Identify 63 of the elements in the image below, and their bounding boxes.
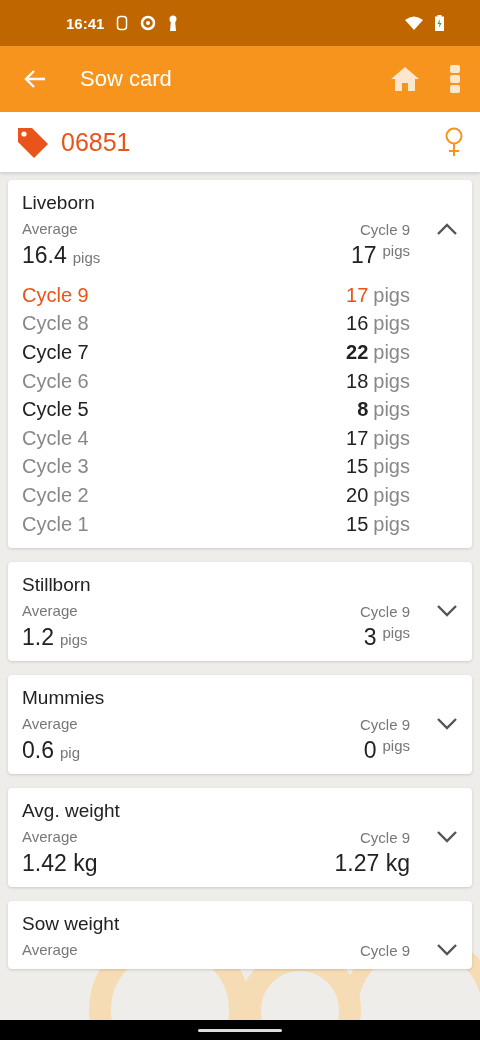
cycle-value: 1.27 kg bbox=[334, 850, 410, 878]
chevron-down-icon[interactable] bbox=[436, 717, 458, 732]
cycle-name: Cycle 6 bbox=[22, 369, 90, 393]
tag-icon bbox=[16, 126, 49, 158]
chevron-down-icon[interactable] bbox=[436, 830, 458, 845]
cycle-name: Cycle 3 bbox=[22, 455, 90, 479]
average-label: Average bbox=[22, 941, 78, 959]
sim-icon bbox=[116, 15, 129, 31]
card-title: Liveborn bbox=[22, 192, 96, 214]
cycle-count: 15 pigs bbox=[346, 512, 410, 536]
chevron-down-icon[interactable] bbox=[436, 604, 458, 619]
unit-label: pigs bbox=[72, 249, 101, 266]
home-handle[interactable] bbox=[198, 1028, 282, 1032]
cycle-name: Cycle 9 bbox=[22, 283, 90, 307]
status-time: 16:41 bbox=[66, 14, 105, 32]
cycle-value: 3 bbox=[363, 624, 377, 652]
chevron-down-icon[interactable] bbox=[436, 943, 458, 958]
screen-title: Sow card bbox=[80, 66, 173, 92]
cycle-label: Cycle 9 bbox=[359, 602, 410, 620]
cycle-name: Cycle 2 bbox=[22, 483, 90, 507]
cycle-count: 16 pigs bbox=[346, 312, 410, 336]
unit-label: pigs bbox=[382, 624, 410, 644]
cycle-count: 17 pigs bbox=[346, 283, 410, 307]
cycle-name: Cycle 8 bbox=[22, 312, 90, 336]
cycle-label: Cycle 9 bbox=[359, 715, 410, 733]
card-title: Sow weight bbox=[22, 913, 121, 936]
battery-icon bbox=[435, 15, 444, 31]
unit-label: pig bbox=[60, 744, 80, 762]
chevron-up-icon[interactable] bbox=[436, 222, 458, 236]
cycle-label: Cycle 9 bbox=[359, 220, 410, 238]
female-icon bbox=[444, 127, 464, 157]
average-value: 1.2 bbox=[22, 624, 54, 651]
average-label: Average bbox=[22, 602, 78, 620]
cycle-name: Cycle 4 bbox=[22, 426, 90, 450]
cycle-count: 15 pigs bbox=[346, 455, 410, 479]
cycle-count: 20 pigs bbox=[346, 483, 410, 507]
cycle-name: Cycle 1 bbox=[22, 512, 90, 536]
cycle-name: Cycle 5 bbox=[22, 398, 90, 422]
cycle-count: 18 pigs bbox=[346, 369, 410, 393]
average-value: 16.4 bbox=[22, 242, 67, 268]
card-title: Mummies bbox=[22, 687, 106, 710]
wifi-icon bbox=[405, 16, 423, 30]
cycle-value: 0 bbox=[363, 737, 377, 765]
cycle-name: Cycle 7 bbox=[22, 341, 90, 364]
average-label: Average bbox=[22, 828, 78, 846]
unit-label: pigs bbox=[60, 631, 88, 649]
card-title: Avg. weight bbox=[22, 800, 121, 823]
cycle-value: 17 bbox=[350, 242, 377, 269]
sync-icon bbox=[140, 15, 157, 31]
average-label: Average bbox=[22, 220, 78, 237]
unit-label: pigs bbox=[382, 242, 410, 261]
average-value: 1.42 kg bbox=[22, 850, 98, 877]
keyhole-icon bbox=[168, 15, 179, 31]
average-value: 0.6 bbox=[22, 737, 54, 764]
cycle-count: 22 pigs bbox=[346, 341, 410, 364]
sow-tag-number: 06851 bbox=[61, 127, 132, 157]
cycle-count: 17 pigs bbox=[346, 426, 410, 450]
average-label: Average bbox=[22, 715, 78, 733]
cycle-label: Cycle 9 bbox=[359, 941, 410, 959]
unit-label: pigs bbox=[382, 737, 410, 757]
cycle-count: 8 pigs bbox=[357, 398, 410, 422]
card-title: Stillborn bbox=[22, 574, 92, 597]
cycle-label: Cycle 9 bbox=[359, 828, 410, 846]
